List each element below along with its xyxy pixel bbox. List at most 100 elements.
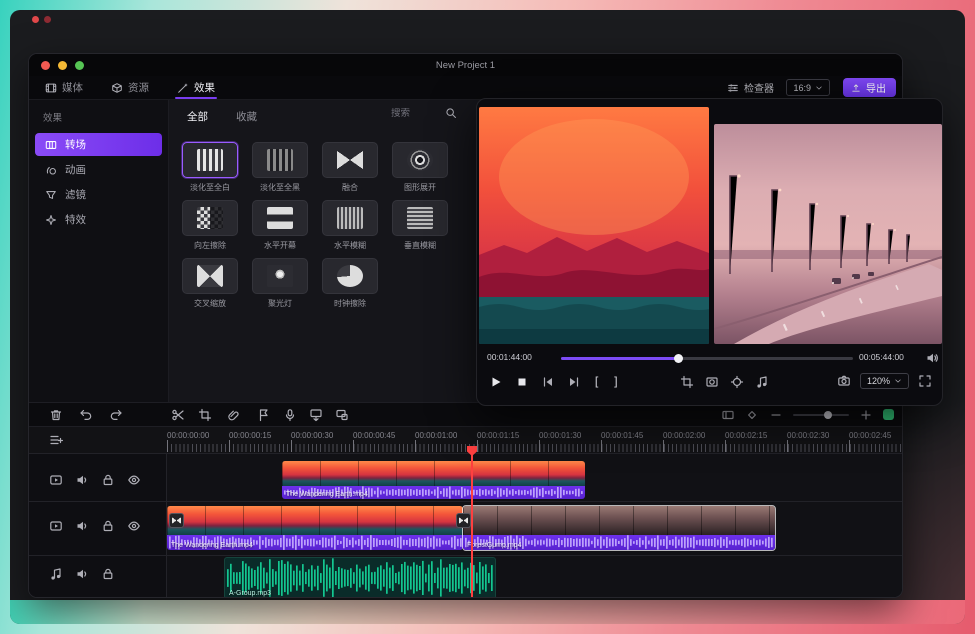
sidebar-item-fx[interactable]: 特效: [35, 208, 162, 231]
transition-badge[interactable]: [169, 513, 184, 528]
transition-badge[interactable]: [456, 513, 471, 528]
edit-controls: [680, 375, 769, 389]
timeline-clip-video-2a[interactable]: The Wandering Earth.mp4: [167, 506, 463, 550]
trash-icon[interactable]: [49, 408, 63, 422]
upload-icon: [851, 83, 861, 93]
track1-header: [49, 473, 141, 487]
transition-tile[interactable]: 时钟擦除: [322, 258, 378, 309]
marker-icon[interactable]: [257, 408, 271, 422]
mark-in-button[interactable]: [: [593, 375, 600, 389]
stop-button[interactable]: [515, 375, 529, 389]
clip-thumbnails: [282, 461, 585, 486]
zoom-slider-knob[interactable]: [824, 411, 832, 419]
search-icon: [445, 107, 457, 119]
desktop-background: New Project 1 媒体 资源 效果 检查器: [0, 0, 975, 634]
title-bar: New Project 1: [29, 54, 902, 76]
transition-tile[interactable]: 水平开幕: [252, 200, 308, 251]
playhead[interactable]: [471, 446, 473, 597]
sidebar-item-filters[interactable]: 滤镜: [35, 183, 162, 206]
transition-bowtie-icon: [459, 516, 468, 525]
link-icon[interactable]: [225, 408, 239, 422]
transition-tile[interactable]: 聚光灯: [252, 258, 308, 309]
magic-wand-icon: [177, 82, 189, 94]
zoom-in-icon[interactable]: [859, 408, 873, 422]
timeline-ruler[interactable]: 00:00:00:00 00:00:00:15 00:00:00:30 00:0…: [29, 427, 902, 454]
timeline-clip-video-2b[interactable]: ForestGump.mp4: [463, 506, 775, 550]
timeline-clip-video-1[interactable]: The Wandering Earth.mp4: [282, 461, 585, 499]
mute-track-icon[interactable]: [75, 519, 89, 533]
motion-icon: [45, 164, 57, 176]
transition-tile[interactable]: 垂直模糊: [392, 200, 448, 251]
lock-track-icon[interactable]: [101, 519, 115, 533]
tab-media[interactable]: 媒体: [43, 76, 85, 99]
view-controls: 120%: [837, 373, 932, 389]
sidebar-item-transitions[interactable]: 转场: [35, 133, 162, 156]
search-input[interactable]: [391, 108, 439, 119]
mask-icon[interactable]: [705, 375, 719, 389]
previous-frame-button[interactable]: [541, 375, 555, 389]
timeline-zoom-slider[interactable]: [793, 414, 849, 416]
crop-icon[interactable]: [198, 408, 212, 422]
aspect-ratio-dropdown[interactable]: 16:9: [786, 79, 830, 96]
keyframe-icon[interactable]: [745, 408, 759, 422]
track-header-column: [29, 454, 167, 597]
fit-timeline-icon[interactable]: [721, 408, 735, 422]
undo-icon[interactable]: [79, 408, 93, 422]
track-area: The Wandering Earth.mp4 The Wandering Ea…: [29, 454, 902, 597]
decor-dot-red: [32, 16, 39, 23]
transition-icon: [45, 139, 57, 151]
seek-bar[interactable]: [561, 357, 853, 360]
redo-icon[interactable]: [109, 408, 123, 422]
snapshot-camera-icon[interactable]: [837, 374, 851, 388]
next-frame-button[interactable]: [567, 375, 581, 389]
mute-track-icon[interactable]: [75, 473, 89, 487]
fullscreen-icon[interactable]: [918, 374, 932, 388]
mute-track-icon[interactable]: [75, 567, 89, 581]
mark-out-button[interactable]: ]: [612, 375, 619, 389]
blend-icon: [337, 149, 363, 171]
transition-tile[interactable]: 交叉缩放: [182, 258, 238, 309]
timeline-clip-audio[interactable]: A-Group.mp3: [224, 557, 496, 597]
clip-thumbnails: [167, 506, 463, 535]
performance-indicator: [883, 409, 894, 420]
export-button[interactable]: 导出: [843, 78, 896, 97]
transition-tile[interactable]: 水平模糊: [322, 200, 378, 251]
fade-black-icon: [267, 149, 293, 171]
record-voiceover-icon[interactable]: [283, 408, 297, 422]
browser-tab-all[interactable]: 全部: [187, 109, 208, 124]
lock-track-icon[interactable]: [101, 567, 115, 581]
pip-icon[interactable]: [335, 408, 349, 422]
sidebar-item-animation[interactable]: 动画: [35, 158, 162, 181]
crop-preview-icon[interactable]: [680, 375, 694, 389]
hide-track-icon[interactable]: [127, 519, 141, 533]
device-frame: New Project 1 媒体 资源 效果 检查器: [10, 10, 965, 624]
split-scissors-icon[interactable]: [171, 408, 185, 422]
play-button[interactable]: [489, 375, 503, 389]
transition-tile[interactable]: 融合: [322, 142, 378, 193]
tab-resources[interactable]: 资源: [109, 76, 151, 99]
hide-track-icon[interactable]: [127, 473, 141, 487]
lock-track-icon[interactable]: [101, 473, 115, 487]
seek-bar-knob[interactable]: [674, 354, 683, 363]
browser-tab-favorites[interactable]: 收藏: [236, 109, 257, 124]
inspector-toggle[interactable]: 检查器: [727, 80, 774, 95]
preview-zoom-dropdown[interactable]: 120%: [860, 373, 909, 389]
manage-tracks-icon[interactable]: [49, 433, 63, 447]
chroma-key-icon[interactable]: [730, 375, 744, 389]
volume-icon[interactable]: [925, 351, 939, 365]
fade-white-icon: [197, 149, 223, 171]
seek-bar-progress: [561, 357, 678, 360]
tab-effects[interactable]: 效果: [175, 76, 217, 99]
audio-detach-icon[interactable]: [755, 375, 769, 389]
transition-tile[interactable]: 淡化至全白: [182, 142, 238, 193]
transition-tile[interactable]: 向左擦除: [182, 200, 238, 251]
decor-dot-dark: [44, 16, 51, 23]
track-separator: [29, 555, 902, 556]
ruler-major-ticks: [167, 440, 902, 452]
transition-tile[interactable]: 图形展开: [392, 142, 448, 193]
zoom-out-icon[interactable]: [769, 408, 783, 422]
transition-tile[interactable]: 淡化至全黑: [252, 142, 308, 193]
track2-header: [49, 519, 141, 533]
total-timecode: 00:05:44:00: [859, 352, 904, 362]
export-frame-icon[interactable]: [309, 408, 323, 422]
